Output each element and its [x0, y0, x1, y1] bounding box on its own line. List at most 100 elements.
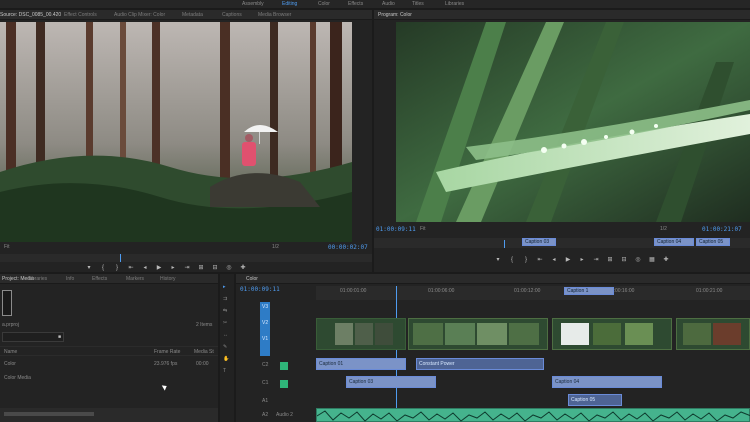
program-fit-dropdown[interactable]: Fit	[420, 226, 426, 232]
workspace-libraries[interactable]: Libraries	[445, 1, 464, 7]
ripple-edit-tool-icon[interactable]: ⇆	[223, 308, 227, 314]
tab-color-sequence[interactable]: Color	[246, 276, 258, 282]
workspace-assembly[interactable]: Assembly	[242, 1, 264, 7]
export-frame-icon[interactable]: ◎	[634, 256, 642, 264]
project-list: Color 23.976 fps 00:00 Color Media	[0, 358, 218, 388]
timeline-marker[interactable]: Caption 1	[564, 287, 614, 295]
workspace-titles[interactable]: Titles	[412, 1, 424, 7]
program-timecode-right: 01:00:21:07	[702, 226, 742, 233]
tab-media-browser[interactable]: Media Browser	[258, 12, 291, 18]
caption-clip[interactable]: Caption 05	[568, 394, 622, 406]
hand-tool-icon[interactable]: ✋	[223, 356, 229, 362]
project-columns: Name Frame Rate Media St	[0, 346, 218, 356]
forest-image	[0, 22, 352, 242]
marker-caption-04[interactable]: Caption 04	[654, 238, 694, 246]
project-search-input[interactable]	[2, 332, 64, 342]
play-icon[interactable]: ▶	[155, 264, 163, 272]
tab-metadata[interactable]: Metadata	[182, 12, 203, 18]
track-v1-label: V1	[262, 336, 269, 342]
tab-audio-clip-mixer[interactable]: Audio Clip Mixer: Color	[114, 12, 165, 18]
lift-icon[interactable]: ⊞	[606, 256, 614, 264]
program-timecode-left: 01:00:09:11	[376, 226, 416, 233]
col-name[interactable]: Name	[4, 349, 17, 355]
tools-panel: ▸ ⇉ ⇆ ✂ ↔ ✎ ✋ T	[220, 274, 234, 422]
track-a2-label: A2	[262, 412, 269, 418]
marker-caption-05[interactable]: Caption 05	[696, 238, 730, 246]
tab-info[interactable]: Info	[66, 276, 74, 282]
sync-lock-icon[interactable]	[280, 362, 288, 370]
razor-tool-icon[interactable]: ✂	[223, 320, 227, 326]
step-forward-icon[interactable]: ▸	[169, 264, 177, 272]
in-point-icon[interactable]: {	[508, 256, 516, 264]
in-point-icon[interactable]: {	[99, 264, 107, 272]
caption-clip[interactable]: Constant Power	[416, 358, 544, 370]
col-media-start[interactable]: Media St	[194, 349, 214, 355]
source-transport: ▾ { } ⇤ ◂ ▶ ▸ ⇥ ⊞ ⊟ ◎ ✚	[85, 264, 295, 272]
video-track-target[interactable]	[260, 302, 270, 356]
go-to-out-icon[interactable]: ⇥	[183, 264, 191, 272]
tab-libraries[interactable]: Libraries	[28, 276, 47, 282]
settings-icon[interactable]: ✚	[239, 264, 247, 272]
track-headers: V3 V2 V1 C2 C1 A1 A2 Audio 2	[236, 302, 316, 422]
program-playhead[interactable]	[504, 240, 505, 248]
selection-tool-icon[interactable]: ▸	[223, 284, 226, 290]
project-scrollbar[interactable]	[4, 412, 94, 416]
tab-effects[interactable]: Effects	[92, 276, 107, 282]
go-to-in-icon[interactable]: ⇤	[536, 256, 544, 264]
marker-icon[interactable]: ▾	[494, 256, 502, 264]
video-clip[interactable]	[552, 318, 672, 350]
tab-markers[interactable]: Markers	[126, 276, 144, 282]
workspace-audio[interactable]: Audio	[382, 1, 395, 7]
source-video-frame[interactable]	[0, 22, 352, 242]
list-item[interactable]: Color Media	[0, 372, 218, 384]
source-fit-dropdown[interactable]: Fit	[4, 244, 10, 250]
track-select-tool-icon[interactable]: ⇉	[223, 296, 227, 302]
video-clip[interactable]	[316, 318, 406, 350]
marker-icon[interactable]: ▾	[85, 264, 93, 272]
timeline-ruler[interactable]: 01:00:01:00 01:00:06:00 01:00:12:00 01:0…	[316, 286, 750, 422]
tab-source[interactable]: Source: DSC_0085_00.420	[0, 12, 61, 18]
slip-tool-icon[interactable]: ↔	[223, 332, 228, 338]
type-tool-icon[interactable]: T	[223, 368, 226, 374]
step-back-icon[interactable]: ◂	[550, 256, 558, 264]
out-point-icon[interactable]: }	[522, 256, 530, 264]
step-back-icon[interactable]: ◂	[141, 264, 149, 272]
source-playhead[interactable]	[120, 254, 121, 262]
source-scale-dropdown[interactable]: 1/2	[272, 244, 279, 250]
tab-program[interactable]: Program: Color	[378, 12, 412, 18]
export-frame-icon[interactable]: ◎	[225, 264, 233, 272]
tab-effect-controls[interactable]: Effect Controls	[64, 12, 97, 18]
program-video-frame[interactable]	[396, 22, 750, 222]
pen-tool-icon[interactable]: ✎	[223, 344, 227, 350]
video-clip[interactable]	[408, 318, 548, 350]
caption-clip[interactable]: Caption 03	[346, 376, 436, 388]
caption-clip[interactable]: Caption 01	[316, 358, 406, 370]
workspace-editing[interactable]: Editing	[282, 1, 297, 7]
audio-waveform-clip[interactable]	[316, 408, 750, 422]
compare-icon[interactable]: ▦	[648, 256, 656, 264]
out-point-icon[interactable]: }	[113, 264, 121, 272]
caption-clip[interactable]: Caption 04	[552, 376, 662, 388]
extract-icon[interactable]: ⊟	[620, 256, 628, 264]
play-icon[interactable]: ▶	[564, 256, 572, 264]
go-to-out-icon[interactable]: ⇥	[592, 256, 600, 264]
tab-history[interactable]: History	[160, 276, 176, 282]
overwrite-icon[interactable]: ⊟	[211, 264, 219, 272]
workspace-color[interactable]: Color	[318, 1, 330, 7]
insert-icon[interactable]: ⊞	[197, 264, 205, 272]
new-bin-icon[interactable]: ■	[58, 334, 61, 340]
video-clip[interactable]	[676, 318, 750, 350]
workspace-effects[interactable]: Effects	[348, 1, 363, 7]
sync-lock-icon[interactable]	[280, 380, 288, 388]
program-time-ruler[interactable]: Caption 03 Caption 04 Caption 05	[374, 238, 750, 248]
tab-captions[interactable]: Captions	[222, 12, 242, 18]
step-forward-icon[interactable]: ▸	[578, 256, 586, 264]
list-item[interactable]: Color 23.976 fps 00:00	[0, 358, 218, 370]
program-scale-dropdown[interactable]: 1/2	[660, 226, 667, 232]
settings-icon[interactable]: ✚	[662, 256, 670, 264]
item-name: Color Media	[4, 375, 31, 381]
go-to-in-icon[interactable]: ⇤	[127, 264, 135, 272]
marker-caption-03[interactable]: Caption 03	[522, 238, 556, 246]
source-time-ruler[interactable]	[0, 254, 372, 262]
col-frame-rate[interactable]: Frame Rate	[154, 349, 180, 355]
